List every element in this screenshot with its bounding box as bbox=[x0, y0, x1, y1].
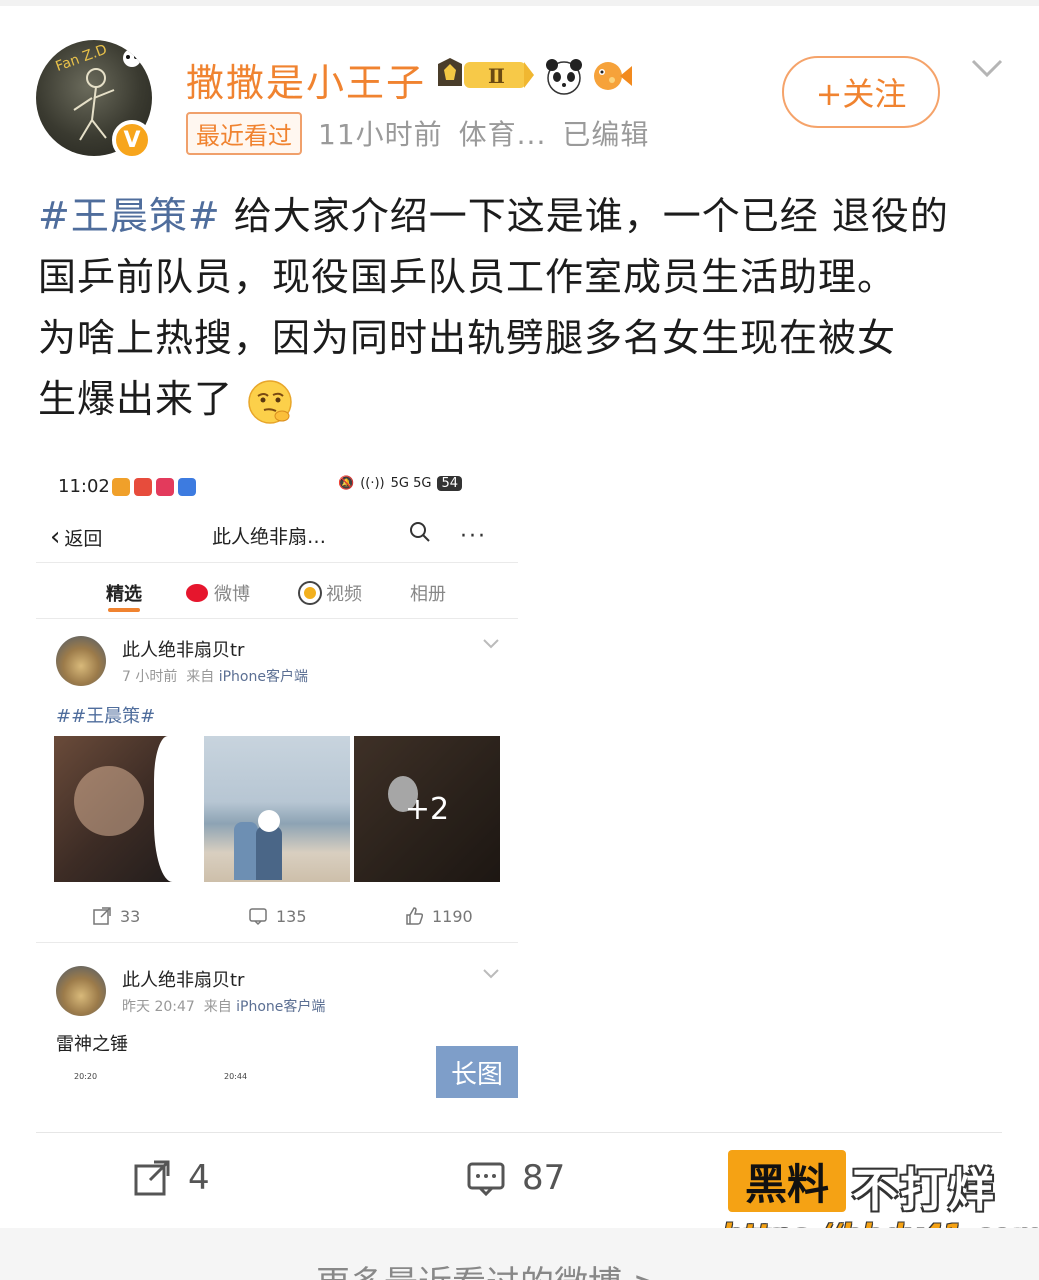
weibo-logo-icon bbox=[186, 584, 208, 602]
comment-count: 87 bbox=[522, 1158, 566, 1198]
photo-blur-mask bbox=[154, 736, 200, 882]
tabs-divider bbox=[36, 618, 518, 619]
follow-button[interactable]: +关注 bbox=[782, 56, 940, 128]
more-recent-posts-link[interactable]: 更多最近看过的微博 > bbox=[316, 1256, 661, 1280]
long-image-badge: 长图 bbox=[436, 1046, 518, 1098]
action-bar-divider bbox=[36, 1132, 1002, 1133]
tab-featured[interactable]: 精选 bbox=[106, 580, 142, 606]
more-options-icon[interactable]: ··· bbox=[460, 524, 487, 549]
repost-count: 4 bbox=[188, 1158, 210, 1198]
figure-right bbox=[256, 826, 282, 880]
avatar[interactable] bbox=[56, 966, 106, 1016]
top-separator bbox=[0, 0, 1039, 6]
thumb-time-2: 20:44 bbox=[224, 1072, 248, 1081]
status-bar-time: 11:02 bbox=[58, 476, 110, 497]
post-body: #王晨策# 给大家介绍一下这是谁，一个已经 退役的 国乒前队员，现役国乒队员工作… bbox=[38, 186, 1008, 430]
post-text-line2: 国乒前队员，现役国乒队员工作室成员生活助理。 bbox=[38, 255, 897, 299]
post1-author[interactable]: 此人绝非扇贝tr bbox=[122, 636, 244, 662]
post-text-line3: 为啥上热搜，因为同时出轨劈腿多名女生现在被女 bbox=[38, 316, 897, 360]
status-bar-app-icons bbox=[112, 478, 196, 496]
edited-label[interactable]: 已编辑 bbox=[562, 113, 649, 153]
blurred-face bbox=[74, 766, 144, 836]
back-button[interactable]: ‹ 返回 bbox=[50, 522, 102, 552]
tab-weibo[interactable]: 微博 bbox=[186, 580, 250, 606]
profile-nav-title: 此人绝非扇… bbox=[212, 526, 327, 548]
watermark-logo-box: 黑料 bbox=[728, 1150, 846, 1212]
app-icon-blue bbox=[178, 478, 196, 496]
photo-blur-mask bbox=[258, 810, 280, 832]
pufferfish-icon bbox=[594, 62, 632, 90]
post-category[interactable]: 体育... bbox=[459, 113, 547, 153]
verified-v-icon: V bbox=[112, 120, 152, 160]
comment-icon bbox=[249, 908, 267, 926]
thinking-face-emoji-icon bbox=[248, 379, 292, 424]
thumb-time-1: 20:20 bbox=[74, 1072, 98, 1081]
post2-author[interactable]: 此人绝非扇贝tr bbox=[122, 966, 244, 992]
post-divider bbox=[36, 942, 518, 943]
post2-text: 雷神之锤 bbox=[56, 1034, 128, 1055]
hashtag-link[interactable]: #王晨策# bbox=[38, 194, 221, 238]
tab-album[interactable]: 相册 bbox=[410, 580, 446, 606]
post1-photo-2[interactable] bbox=[204, 736, 350, 882]
chevron-left-icon: ‹ bbox=[50, 522, 61, 552]
post1-comment-button[interactable]: 135 bbox=[248, 906, 307, 926]
app-icon-pink bbox=[156, 478, 174, 496]
profile-tabs: 精选 微博 视频 相册 bbox=[36, 576, 518, 616]
embedded-screenshot[interactable]: 11:02 🔕 ((·)) 5G 5G 54 ‹ 返回 此人绝非扇… ··· 精… bbox=[36, 458, 518, 1098]
comment-icon bbox=[467, 1162, 505, 1197]
post-text-line1: 给大家介绍一下这是谁，一个已经 退役的 bbox=[220, 194, 949, 238]
username[interactable]: 撒撒是小王子 bbox=[186, 52, 426, 107]
recently-viewed-tag: 最近看过 bbox=[186, 111, 302, 155]
post1-hashtag[interactable]: ##王晨策# bbox=[56, 702, 155, 728]
post-text-line4: 生爆出来了 bbox=[38, 377, 234, 421]
figure-left bbox=[234, 822, 258, 880]
post1-repost-button[interactable]: 33 bbox=[92, 906, 140, 926]
signal-text: 5G 5G bbox=[390, 476, 432, 491]
wifi-icon: ((·)) bbox=[360, 476, 385, 491]
chevron-down-icon[interactable] bbox=[482, 638, 500, 650]
panda-icon bbox=[546, 59, 582, 95]
back-label: 返回 bbox=[64, 527, 103, 550]
status-bar-right: 🔕 ((·)) 5G 5G 54 bbox=[338, 476, 462, 491]
mute-icon: 🔕 bbox=[338, 476, 355, 491]
avatar[interactable] bbox=[56, 636, 106, 686]
post-time: 11小时前 bbox=[318, 118, 443, 151]
post2-image-strip[interactable]: 20:20 20:44 bbox=[58, 1070, 388, 1096]
weibo-app-icon bbox=[112, 478, 130, 496]
post1-photo-3[interactable]: +2 bbox=[354, 736, 500, 882]
comment-button[interactable]: 87 bbox=[466, 1158, 565, 1198]
nav-divider bbox=[36, 562, 518, 563]
thumbs-up-icon bbox=[406, 907, 424, 925]
repost-icon bbox=[93, 907, 111, 925]
chevron-down-icon[interactable] bbox=[970, 56, 1004, 80]
search-icon[interactable] bbox=[408, 520, 432, 544]
tab-video[interactable]: 视频 bbox=[300, 580, 362, 606]
post1-meta: 7 小时前 来自 iPhone客户端 bbox=[122, 669, 308, 685]
vip-level-badge-icon: Ⅱ bbox=[438, 58, 534, 88]
post2-meta: 昨天 20:47 来自 iPhone客户端 bbox=[122, 999, 326, 1015]
active-tab-indicator bbox=[108, 608, 140, 612]
chevron-down-icon[interactable] bbox=[482, 968, 500, 980]
vip-level-text: Ⅱ bbox=[488, 64, 505, 88]
repost-button[interactable]: 4 bbox=[132, 1158, 210, 1198]
battery-icon: 54 bbox=[437, 476, 462, 491]
app-icon-red bbox=[134, 478, 152, 496]
post1-like-button[interactable]: 1190 bbox=[404, 906, 473, 926]
repost-icon bbox=[134, 1160, 170, 1196]
watermark-text: 不打烊 bbox=[852, 1163, 996, 1217]
video-icon bbox=[300, 583, 320, 603]
post-meta-row: 最近看过 11小时前 体育... 已编辑 bbox=[186, 111, 649, 155]
more-photos-count[interactable]: +2 bbox=[354, 736, 500, 882]
post1-photo-1[interactable] bbox=[54, 736, 200, 882]
